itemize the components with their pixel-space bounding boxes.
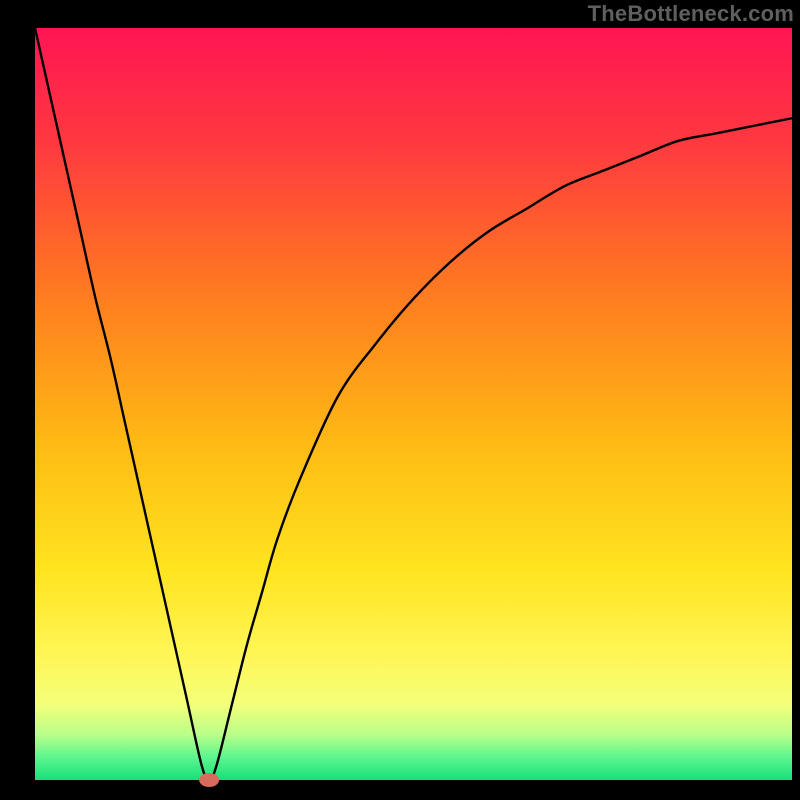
- vertex-marker: [199, 773, 219, 787]
- bottleneck-chart: [0, 0, 800, 800]
- chart-frame: TheBottleneck.com: [0, 0, 800, 800]
- watermark-text: TheBottleneck.com: [588, 1, 794, 27]
